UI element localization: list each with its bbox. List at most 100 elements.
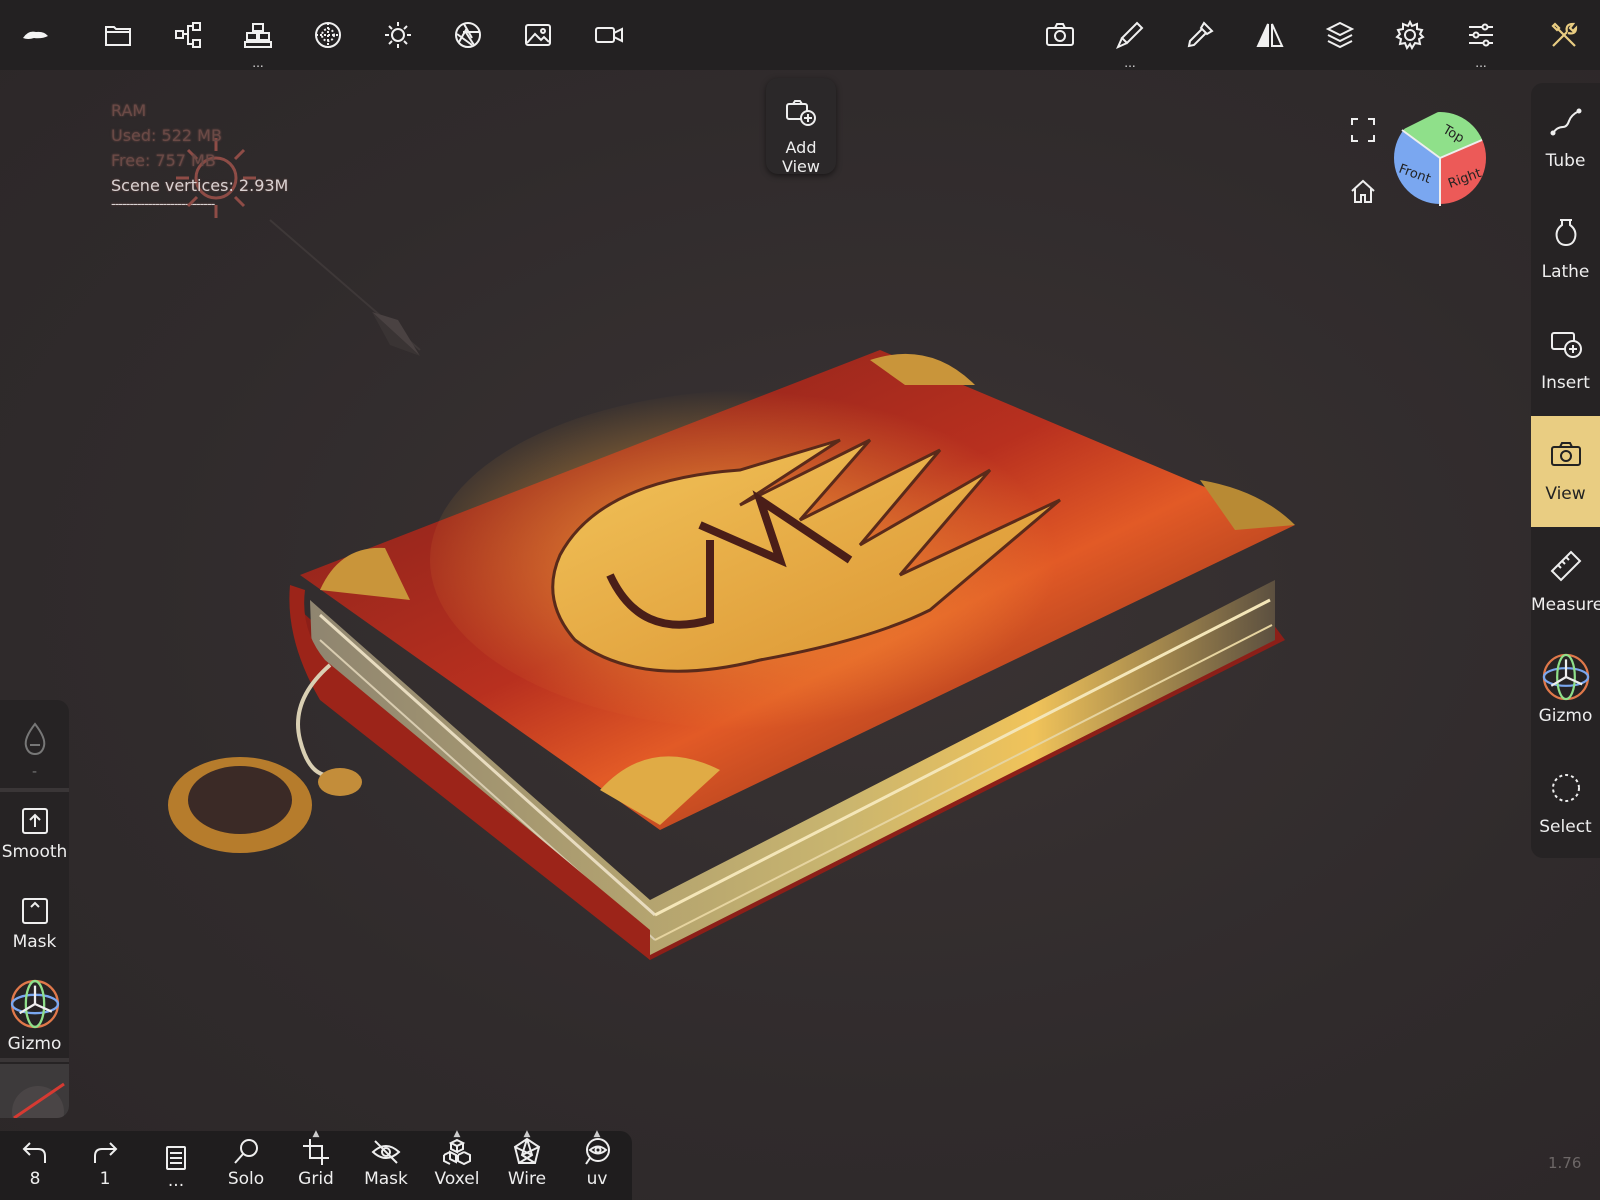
notes-label: ... [167,1171,185,1191]
symmetry-icon[interactable] [1247,12,1293,58]
topology-more-dots: ... [252,56,264,70]
scene-graph-icon[interactable] [165,12,211,58]
sliders-more-dots: ... [1475,56,1487,70]
tool-smooth[interactable]: Smooth [0,800,69,890]
tool-lathe[interactable]: Lathe [1531,194,1600,305]
left-panel-divider-2 [0,1058,69,1062]
grid-label: Grid [298,1169,334,1189]
tool-measure[interactable]: Measure [1531,527,1600,638]
brush-icon[interactable]: ... [1107,12,1153,69]
voxel-more-caret: ▲ [453,1129,461,1139]
color-picker-icon[interactable] [1177,12,1223,58]
screenshot-camera-icon[interactable] [1037,12,1083,58]
tools-icon[interactable] [1541,12,1587,58]
grid-more-caret: ▲ [312,1129,320,1139]
left-tool-panel: - Smooth Mask Gizmo [0,700,69,1118]
video-camera-icon[interactable] [586,12,632,58]
tool-select[interactable]: Select [1531,749,1600,860]
left-panel-divider [0,788,69,792]
notes-button[interactable]: ... [145,1137,207,1197]
grid-button[interactable]: ▲ Grid [285,1129,347,1197]
tool-gizmo-left[interactable]: Gizmo [0,978,69,1068]
wireframe-icon [513,1137,541,1164]
notes-icon [166,1146,186,1170]
topology-icon[interactable]: ... [235,12,281,69]
tool-insert[interactable]: Insert [1531,305,1600,416]
mask-icon [21,898,48,924]
grid-crop-icon [303,1139,329,1165]
search-solo-icon [234,1139,258,1164]
tool-tube[interactable]: Tube [1531,83,1600,194]
sliders-icon[interactable]: ... [1458,12,1504,69]
fps-readout: 1.76 [1548,1154,1582,1172]
ram-stats-overlay: RAM Used: 522 MB Free: 757 MB Scene vert… [111,98,289,218]
insert-icon [1550,332,1582,358]
voxel-button[interactable]: ▲ Voxel [426,1129,488,1197]
tool-smooth-label: Smooth [1,842,68,862]
frame-fullscreen-icon[interactable] [1346,113,1380,147]
redo-button[interactable]: 1 [74,1137,136,1197]
dropper-value: - [31,764,38,780]
redo-count: 1 [99,1169,111,1189]
tube-curve-icon [1550,108,1581,136]
smooth-icon [21,808,48,834]
ram-free: Free: 757 MB [111,151,216,170]
tool-select-label: Select [1539,817,1592,837]
add-view-button[interactable]: Add View [766,78,836,176]
settings-gear-icon[interactable] [1387,12,1433,58]
ruler-icon [1550,550,1581,582]
layers-icon[interactable] [1317,12,1363,58]
tool-view-label: View [1545,484,1586,504]
solo-label: Solo [227,1169,265,1189]
navigation-cube[interactable]: Top Front Right [1392,110,1488,206]
undo-icon [22,1142,46,1163]
right-tool-panel: Tube Lathe Insert View Measure Gizmo Sel… [1531,83,1600,858]
tool-lathe-label: Lathe [1541,262,1590,282]
select-lasso-icon [1551,774,1580,802]
view-camera-icon [1550,442,1581,466]
drop-icon [24,722,45,756]
voxel-label: Voxel [434,1169,480,1189]
wire-more-caret: ▲ [523,1129,531,1139]
brush-preview-swatch[interactable] [0,1064,69,1118]
uv-eye-icon [585,1138,610,1165]
home-view-icon[interactable] [1346,175,1380,209]
brush-more-dots: ... [1124,56,1136,70]
light-sun-icon[interactable] [375,12,421,58]
gizmo-icon [10,979,59,1029]
scene-vertices: Scene vertices: 2.93M [111,176,289,195]
eye-off-icon [371,1140,401,1164]
undo-button[interactable]: 8 [4,1137,66,1197]
dropper-slider[interactable]: - [0,710,69,790]
mask-visibility-button[interactable]: Mask [355,1137,417,1197]
tool-mask-label: Mask [12,932,57,952]
redo-icon [94,1142,118,1163]
tool-gizmo[interactable]: Gizmo [1531,638,1600,749]
tool-tube-label: Tube [1545,151,1586,171]
app-logo-icon[interactable] [12,12,58,58]
tool-gizmo-left-label: Gizmo [7,1034,62,1054]
add-view-label: Add View [782,138,820,176]
material-sphere-icon[interactable] [305,12,351,58]
undo-count: 8 [29,1169,41,1189]
tool-gizmo-label: Gizmo [1538,706,1593,726]
tool-view[interactable]: View [1531,416,1600,527]
solo-button[interactable]: Solo [215,1137,277,1197]
folder-icon[interactable] [95,12,141,58]
tool-measure-label: Measure [1531,595,1600,615]
add-view-camera-icon [786,100,816,126]
mask-visibility-label: Mask [364,1169,408,1189]
uv-more-caret: ▲ [593,1129,601,1139]
tool-insert-label: Insert [1541,373,1590,393]
wire-button[interactable]: ▲ Wire [496,1129,558,1197]
voxel-cubes-icon [443,1138,471,1166]
ram-title: RAM [111,101,147,120]
wire-label: Wire [507,1169,547,1189]
tool-mask[interactable]: Mask [0,892,69,982]
uv-button[interactable]: ▲ uv [566,1129,628,1197]
ram-used: Used: 522 MB [111,126,222,145]
gizmo-icon [1542,653,1589,701]
shading-aperture-icon[interactable] [445,12,491,58]
lathe-vase-icon [1555,219,1576,247]
background-image-icon[interactable] [515,12,561,58]
